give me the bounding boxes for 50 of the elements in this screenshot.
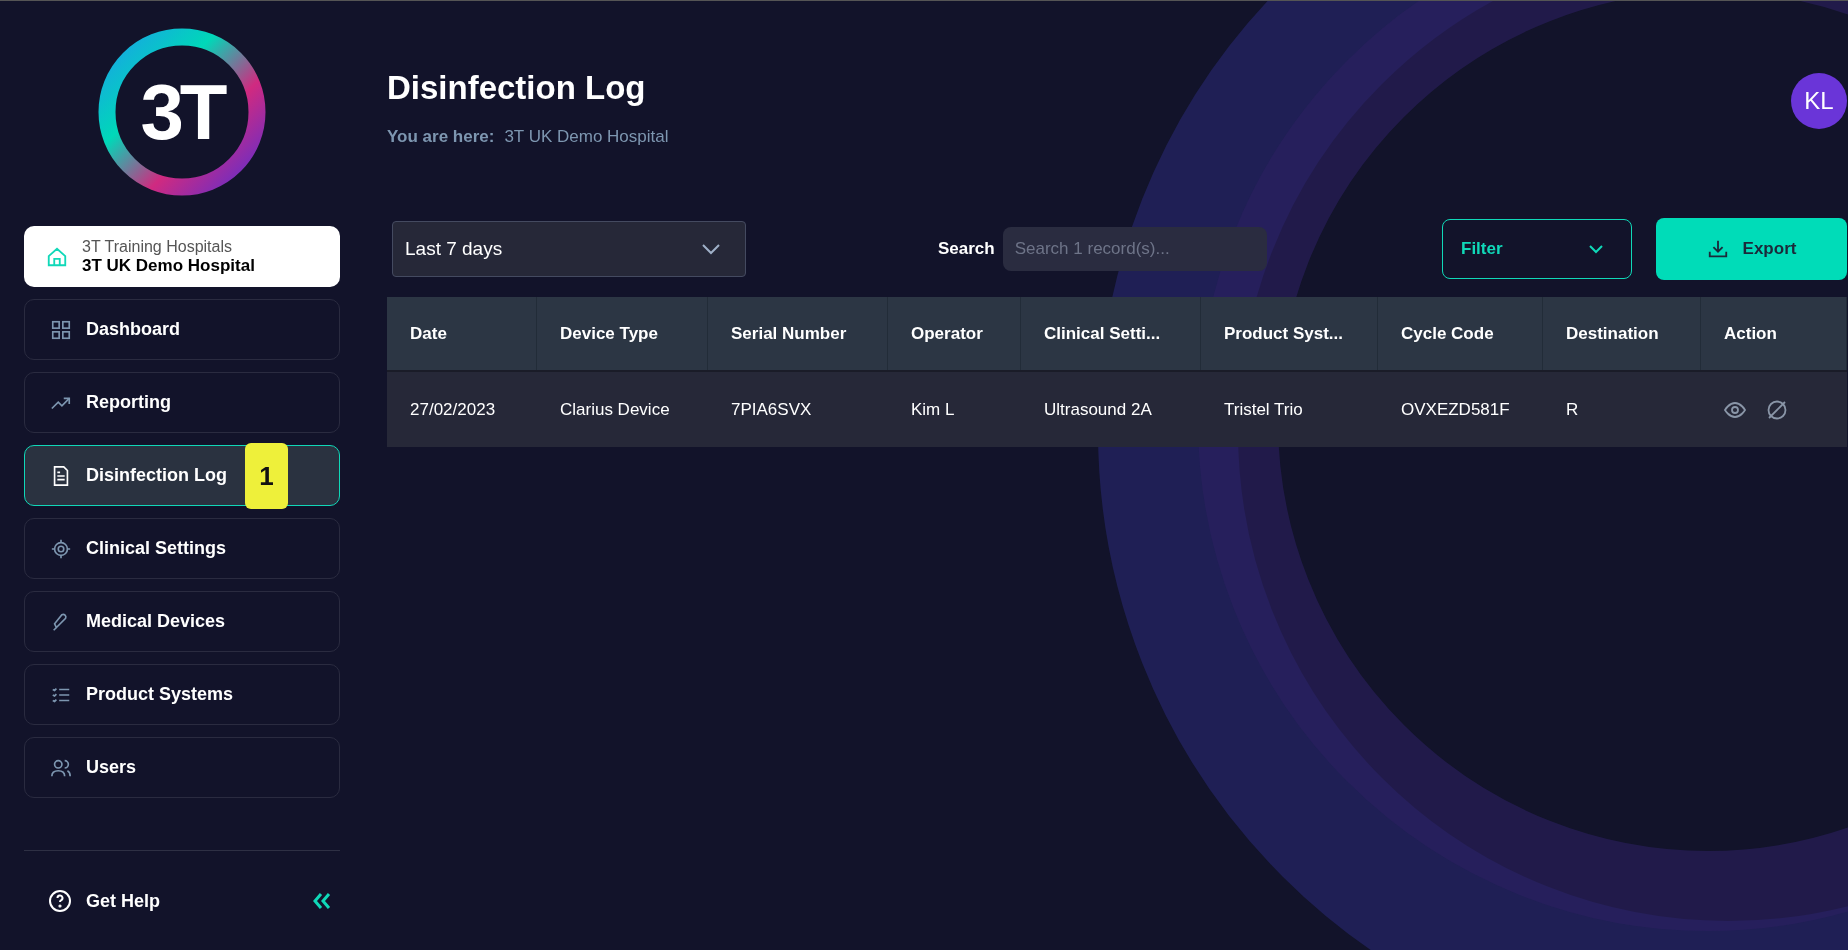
column-header[interactable]: Product Syst... [1201, 297, 1378, 370]
hospital-selector[interactable]: 3T Training Hospitals 3T UK Demo Hospital [24, 226, 340, 287]
search-field[interactable]: Search 1 record(s)... [1002, 227, 1267, 271]
annotation-badge: 1 [245, 443, 288, 509]
logo-text: 3T [140, 66, 224, 157]
column-header[interactable]: Cycle Code [1378, 297, 1543, 370]
nav-item[interactable]: Users [24, 737, 340, 798]
hospital-group: 3T Training Hospitals [82, 237, 255, 256]
column-header[interactable]: Action [1701, 297, 1847, 370]
column-header[interactable]: Device Type [537, 297, 708, 370]
column-header[interactable]: Date [387, 297, 537, 370]
column-header[interactable]: Clinical Setti... [1021, 297, 1201, 370]
export-button[interactable]: Export [1656, 218, 1847, 280]
download-icon [1706, 238, 1729, 260]
table-cell-text: Ultrasound 2A [1043, 398, 1153, 421]
hospital-name: 3T UK Demo Hospital [82, 255, 255, 276]
table-cell-text: Kim L [910, 398, 956, 421]
table-cell-text: R [1565, 398, 1580, 421]
user-avatar[interactable]: KL [1791, 73, 1847, 129]
table-cell-text: 7PIA6SVX [730, 398, 813, 421]
help-link[interactable]: Get Help [48, 889, 160, 913]
search-label: Search [938, 239, 995, 259]
chevron-down-icon [1589, 244, 1603, 254]
logo-icon [97, 26, 267, 197]
nav-item[interactable]: Medical Devices [24, 591, 340, 652]
nav-item[interactable]: Reporting [24, 372, 340, 433]
help-icon [48, 889, 72, 913]
collapse-icon[interactable] [312, 892, 332, 910]
table-cell-text: Tristel Trio [1223, 398, 1304, 421]
date-range-dropdown[interactable]: Last 7 days [392, 221, 746, 277]
nav-item[interactable]: Product Systems [24, 664, 340, 725]
eye-icon[interactable] [1724, 401, 1746, 418]
table-cell-text: OVXEZD581F [1400, 398, 1511, 421]
breadcrumb-link[interactable]: 3T UK Demo Hospital [504, 127, 669, 147]
column-header[interactable]: Destination [1543, 297, 1701, 370]
home-icon [46, 245, 68, 268]
table-cell-text: 27/02/2023 [409, 398, 497, 421]
no-symbol-icon[interactable] [1766, 398, 1788, 421]
page-title: Disinfection Log [387, 69, 647, 107]
grid-icon [50, 318, 72, 341]
nav-item[interactable]: Dashboard [24, 299, 340, 360]
target-icon [50, 537, 72, 560]
nav-item[interactable]: Disinfection Log 1 [24, 445, 340, 506]
column-header[interactable]: Serial Number [708, 297, 888, 370]
nav-item[interactable]: Clinical Settings [24, 518, 340, 579]
filter-dropdown[interactable]: Filter [1442, 219, 1632, 279]
chevron-down-icon [701, 243, 721, 255]
table-cell-text: Clarius Device [559, 398, 671, 421]
breadcrumb-label: You are here: [387, 127, 495, 147]
column-header[interactable]: Operator [888, 297, 1021, 370]
